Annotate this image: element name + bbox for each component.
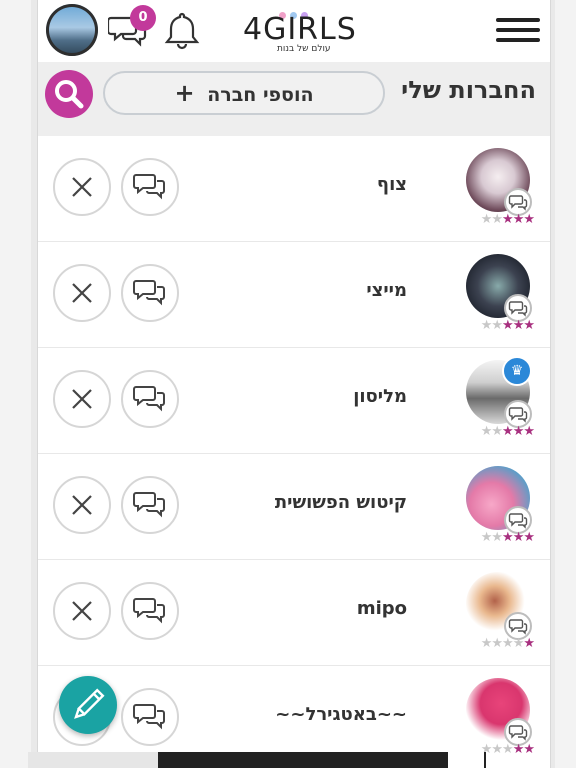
rating-stars: ★★★★★ <box>480 636 535 651</box>
star-icon: ★ <box>512 212 525 227</box>
star-icon: ★ <box>491 212 503 227</box>
star-icon: ★ <box>502 318 514 333</box>
rating-stars: ★★★★★ <box>480 424 535 439</box>
notification-badge: 0 <box>130 5 156 31</box>
crown-icon: ♛ <box>502 356 532 386</box>
star-icon: ★ <box>523 742 535 757</box>
friend-row[interactable]: קיטוש הפשושית ★★★★★ <box>38 454 550 560</box>
remove-friend-button[interactable] <box>53 582 111 640</box>
compose-button[interactable] <box>59 676 117 734</box>
hamburger-menu-icon[interactable] <box>496 18 540 44</box>
close-icon <box>72 601 92 621</box>
close-icon <box>72 177 92 197</box>
star-icon: ★ <box>523 636 535 651</box>
star-icon: ★ <box>480 424 493 439</box>
star-icon: ★ <box>512 318 525 333</box>
friend-row[interactable]: מליסון ♛ ★★★★★ <box>38 348 550 454</box>
rating-stars: ★★★★★ <box>481 742 535 757</box>
star-icon: ★ <box>480 212 493 227</box>
close-icon <box>72 283 92 303</box>
friends-list: צוף ★★★★★ מייצי ★★★★★ מליסון ♛ ★★★★★ קיטוש הפשו… <box>38 136 550 768</box>
bell-icon[interactable] <box>163 10 201 50</box>
remove-friend-button[interactable] <box>53 476 111 534</box>
message-friend-button[interactable] <box>121 264 179 322</box>
remove-friend-button[interactable] <box>53 158 111 216</box>
chat-icon <box>133 598 165 624</box>
remove-friend-button[interactable] <box>53 370 111 428</box>
star-icon: ★ <box>502 636 514 651</box>
logo-tagline: עולם של בנות <box>277 44 331 54</box>
friend-name[interactable]: מייצי <box>366 280 407 301</box>
close-icon <box>72 495 92 515</box>
friend-row[interactable]: mipo ★★★★★ <box>38 560 550 666</box>
ad-banner[interactable] <box>28 752 486 768</box>
close-icon <box>72 389 92 409</box>
search-icon <box>55 80 84 109</box>
star-icon: ★ <box>512 424 525 439</box>
chat-icon <box>133 174 165 200</box>
app-logo[interactable]: 4GIRLS עולם של בנות <box>243 8 356 58</box>
star-icon: ★ <box>512 530 525 545</box>
star-icon: ★ <box>523 318 535 333</box>
rating-stars: ★★★★★ <box>480 530 535 545</box>
star-icon: ★ <box>523 212 535 227</box>
page-title: החברות שלי <box>401 76 536 104</box>
friends-toolbar: הוספי חברה + החברות שלי <box>38 62 550 136</box>
app-screen: 0 4GIRLS עולם של בנות הוספי חברה + החברו… <box>37 0 551 768</box>
star-icon: ★ <box>491 636 503 651</box>
rating-stars: ★★★★★ <box>480 318 535 333</box>
add-friend-label: הוספי חברה <box>207 84 314 106</box>
plus-icon: + <box>174 79 195 107</box>
star-icon: ★ <box>512 636 525 651</box>
star-icon: ★ <box>523 530 535 545</box>
star-icon: ★ <box>491 530 503 545</box>
message-friend-button[interactable] <box>121 688 179 746</box>
star-icon: ★ <box>502 424 514 439</box>
ad-banner-left <box>28 752 158 768</box>
remove-friend-button[interactable] <box>53 264 111 322</box>
message-friend-button[interactable] <box>121 370 179 428</box>
star-icon: ★ <box>491 742 503 757</box>
logo-text: 4GIRLS <box>243 12 357 47</box>
avatar[interactable] <box>46 4 98 56</box>
chat-icon <box>133 492 165 518</box>
chat-icon <box>133 704 165 730</box>
friend-name[interactable]: קיטוש הפשושית <box>275 492 407 513</box>
star-icon: ★ <box>502 742 514 757</box>
message-friend-button[interactable] <box>121 476 179 534</box>
star-icon: ★ <box>480 636 493 651</box>
star-icon: ★ <box>480 530 493 545</box>
app-header: 0 4GIRLS עולם של בנות <box>38 0 550 63</box>
friend-name[interactable]: mipo <box>357 598 407 619</box>
star-icon: ★ <box>491 318 503 333</box>
ad-close-icon[interactable] <box>448 752 484 768</box>
star-icon: ★ <box>523 424 535 439</box>
star-icon: ★ <box>512 742 525 757</box>
friend-name[interactable]: מליסון <box>353 386 407 407</box>
chat-icon <box>133 386 165 412</box>
chat-icon <box>133 280 165 306</box>
rating-stars: ★★★★★ <box>480 212 535 227</box>
star-icon: ★ <box>480 318 493 333</box>
pencil-icon <box>74 688 105 719</box>
add-friend-button[interactable]: הוספי חברה + <box>103 71 385 115</box>
star-icon: ★ <box>502 212 514 227</box>
search-button[interactable] <box>45 70 93 118</box>
friend-row[interactable]: מייצי ★★★★★ <box>38 242 550 348</box>
friend-name[interactable]: צוף <box>377 174 407 195</box>
star-icon: ★ <box>491 424 503 439</box>
message-friend-button[interactable] <box>121 158 179 216</box>
friend-name[interactable]: ~~באטגירל~~ <box>275 704 407 725</box>
friend-row[interactable]: צוף ★★★★★ <box>38 136 550 242</box>
message-friend-button[interactable] <box>121 582 179 640</box>
star-icon: ★ <box>502 530 514 545</box>
